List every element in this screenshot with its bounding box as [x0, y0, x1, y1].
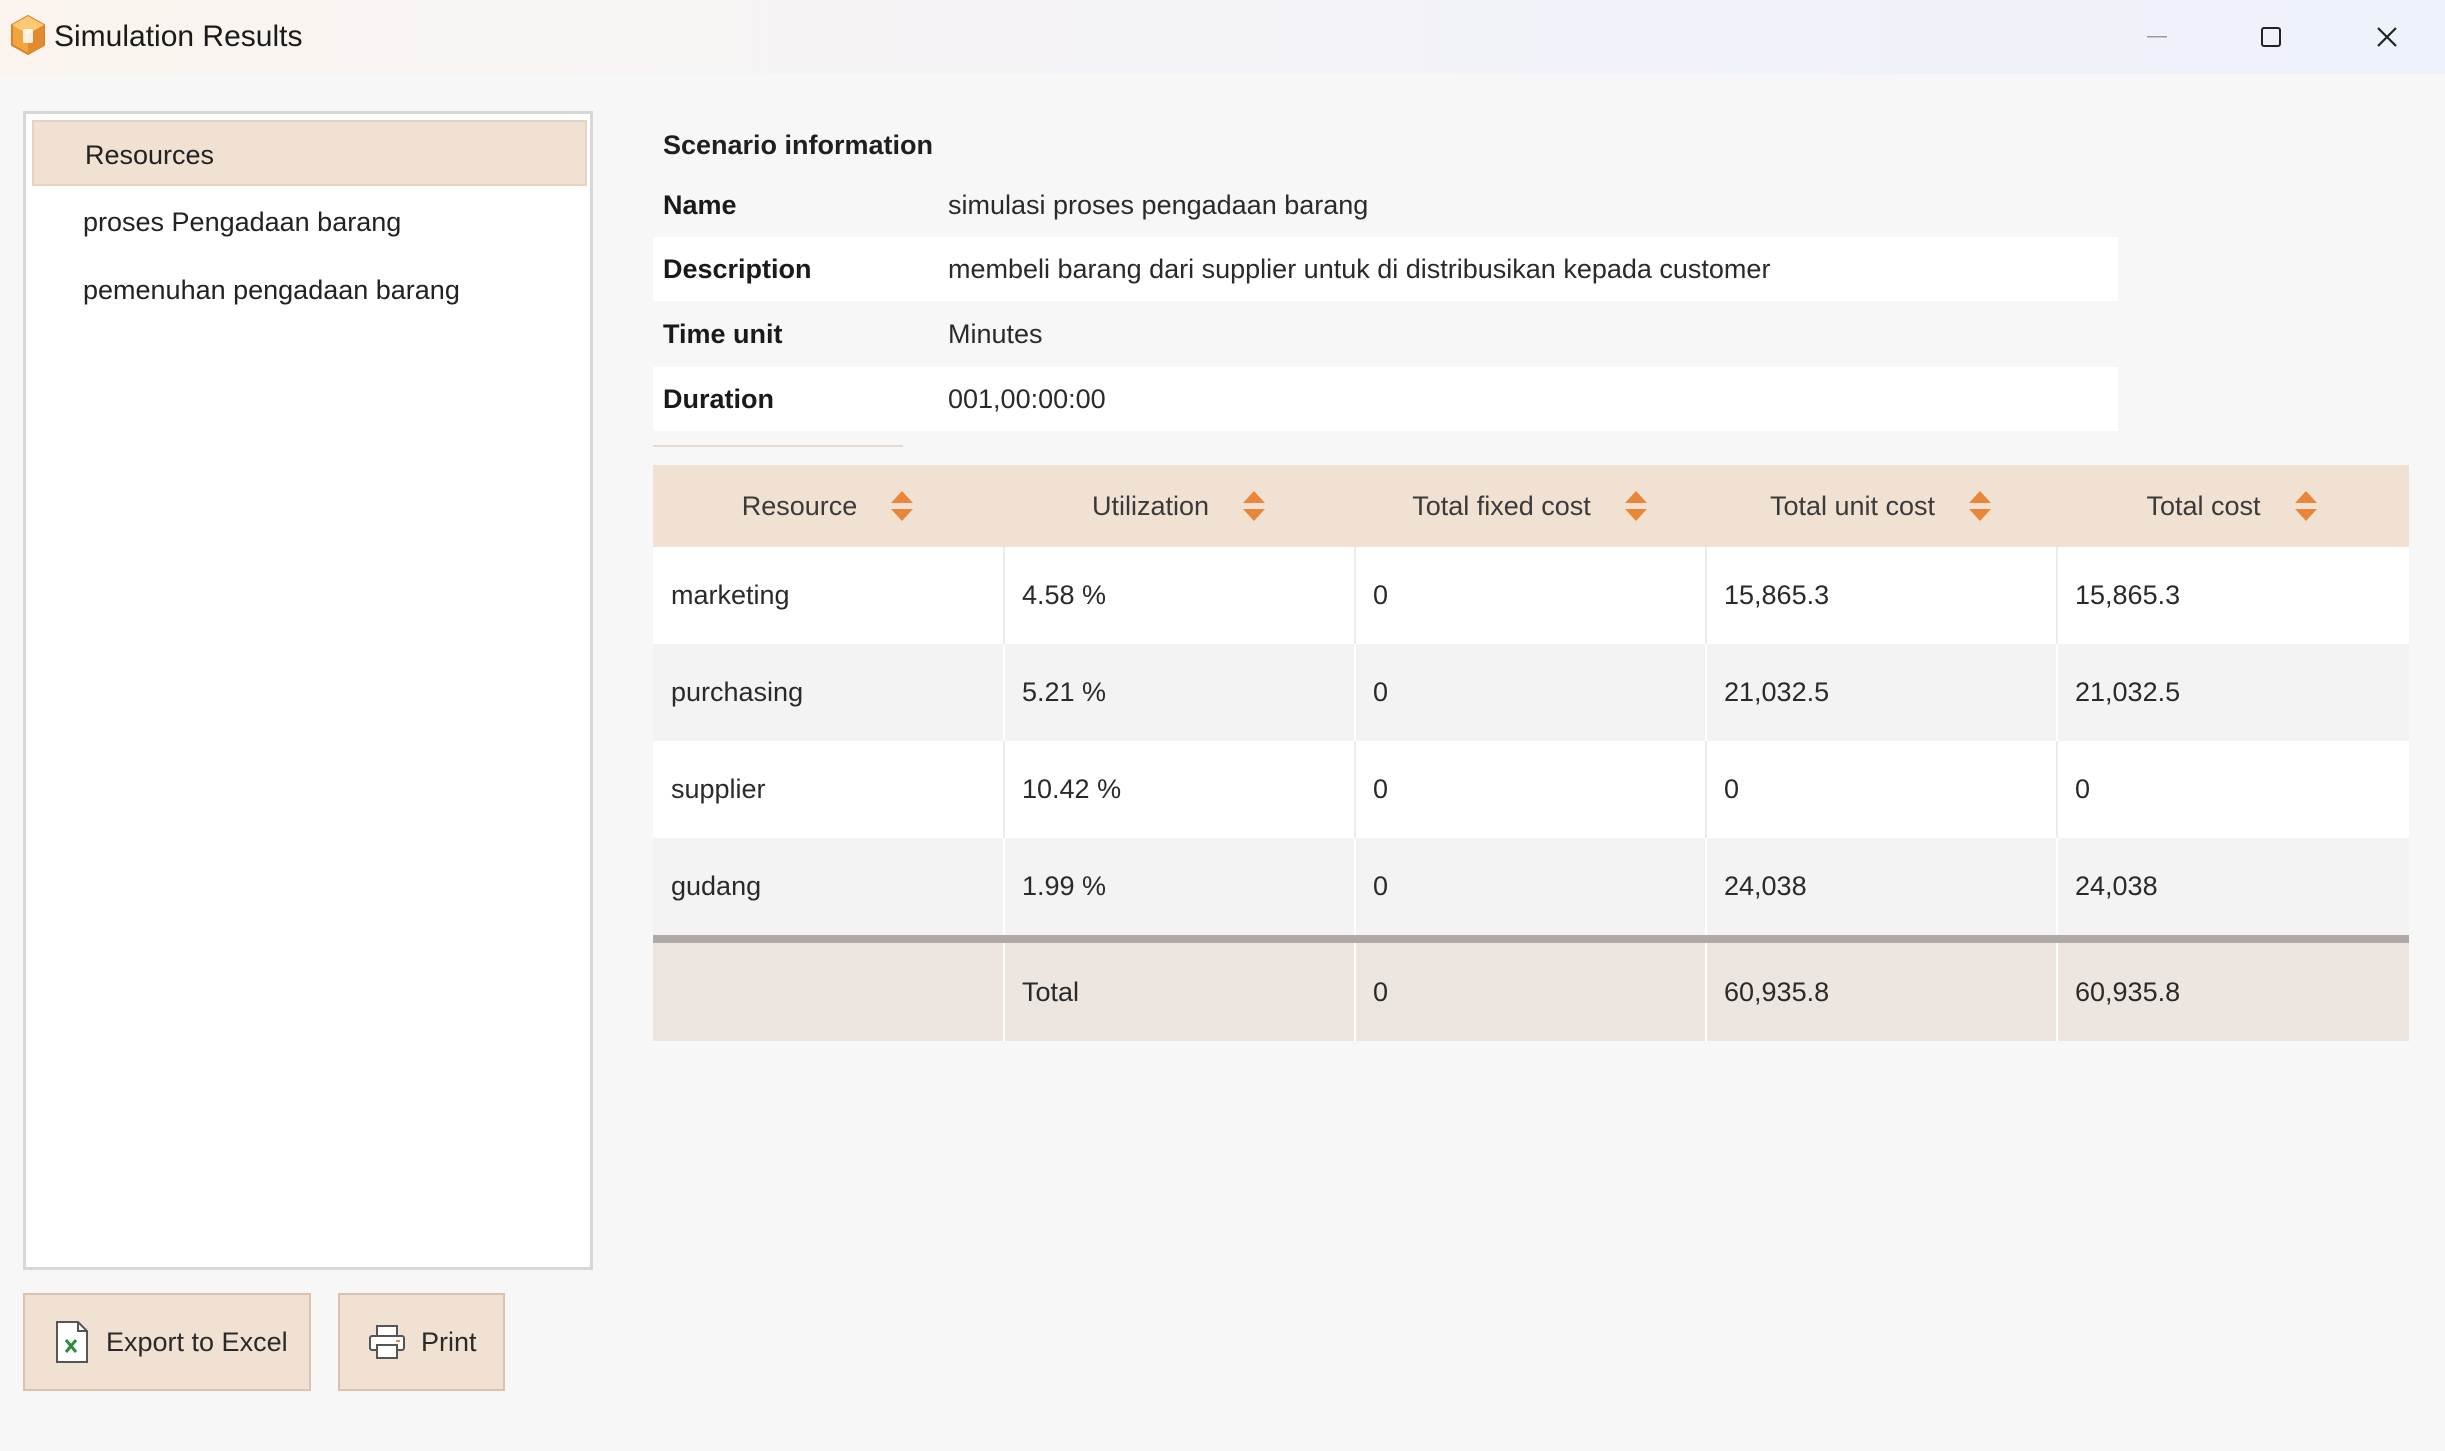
sort-icon[interactable] — [1967, 489, 1993, 523]
cell-total-cost: 24,038 — [2075, 871, 2158, 901]
table-row[interactable]: supplier 10.42 % 0 0 0 — [653, 741, 2409, 838]
cell-total-fixed-cost: 0 — [1373, 677, 1389, 707]
column-header-label: Resource — [741, 490, 858, 521]
cell-total-cost: 21,032.5 — [2075, 677, 2181, 707]
sidebar-item-label: Resources — [85, 140, 215, 170]
cell-total-fixed-cost: 0 — [1373, 774, 1389, 804]
scenario-key: Description — [663, 254, 812, 284]
total-cell-resource — [653, 943, 1004, 1041]
table-row[interactable]: purchasing 5.21 % 0 21,032.5 21,032.5 — [653, 644, 2409, 741]
column-header-label: Utilization — [1091, 490, 1210, 521]
print-button-label: Print — [421, 1326, 477, 1357]
table-row[interactable]: marketing 4.58 % 0 15,865.3 15,865.3 — [653, 547, 2409, 644]
minimize-button[interactable] — [2100, 0, 2214, 74]
column-header-total-cost[interactable]: Total cost — [2057, 465, 2408, 547]
scenario-value: 001,00:00:00 — [948, 384, 1106, 414]
window-title: Simulation Results — [54, 20, 303, 53]
total-label: Total — [1022, 977, 1080, 1007]
cell-resource: marketing — [671, 580, 790, 610]
sidebar-item-proses-pengadaan-barang[interactable]: proses Pengadaan barang — [32, 189, 587, 255]
sidebar-item-label: proses Pengadaan barang — [83, 207, 402, 237]
cell-utilization: 10.42 % — [1022, 774, 1122, 804]
close-icon — [2377, 27, 2397, 47]
cell-total-cost: 0 — [2075, 774, 2091, 804]
table-row[interactable]: gudang 1.99 % 0 24,038 24,038 — [653, 838, 2409, 935]
column-header-total-fixed-cost[interactable]: Total fixed cost — [1355, 465, 1706, 547]
cell-total-fixed-cost: 0 — [1373, 580, 1389, 610]
sidebar-item-resources[interactable]: Resources — [32, 120, 587, 186]
total-cost: 60,935.8 — [2075, 977, 2181, 1007]
cell-resource: gudang — [671, 871, 762, 901]
scenario-value: Minutes — [948, 319, 1043, 349]
sort-icon[interactable] — [889, 489, 915, 523]
column-header-utilization[interactable]: Utilization — [1004, 465, 1355, 547]
scenario-value: simulasi proses pengadaan barang — [948, 190, 1369, 220]
maximize-icon — [2261, 27, 2281, 47]
cell-total-fixed-cost: 0 — [1373, 871, 1389, 901]
scenario-row-description: Description membeli barang dari supplier… — [653, 237, 2118, 301]
sort-icon[interactable] — [2293, 489, 2319, 523]
printer-icon — [367, 1320, 407, 1364]
cell-total-unit-cost: 21,032.5 — [1724, 677, 1830, 707]
cell-total-unit-cost: 0 — [1724, 774, 1740, 804]
scenario-key: Name — [663, 190, 737, 220]
total-separator-bar — [653, 935, 2409, 943]
close-button[interactable] — [2330, 0, 2444, 74]
scenario-key: Time unit — [663, 319, 783, 349]
cell-resource: supplier — [671, 774, 766, 804]
cell-utilization: 1.99 % — [1022, 871, 1107, 901]
simulation-results-window: Simulation Results Resources proses Peng… — [0, 0, 2445, 1451]
cube-icon — [9, 14, 47, 56]
column-header-label: Total unit cost — [1769, 490, 1936, 521]
title-bar: Simulation Results — [0, 0, 2445, 74]
sidebar-item-label: pemenuhan pengadaan barang — [83, 275, 460, 305]
column-header-label: Total cost — [2146, 490, 2261, 521]
sidebar-nav: Resources proses Pengadaan barang pemenu… — [23, 111, 593, 1270]
scenario-heading: Scenario information — [663, 130, 934, 160]
scenario-key: Duration — [663, 384, 774, 414]
total-row: Total 0 60,935.8 60,935.8 — [653, 943, 2409, 1041]
export-button-label: Export to Excel — [106, 1326, 288, 1357]
cell-utilization: 5.21 % — [1022, 677, 1107, 707]
scenario-divider — [653, 445, 903, 447]
print-button[interactable]: Print — [338, 1293, 505, 1391]
scenario-row-name: Name simulasi proses pengadaan barang — [653, 173, 2118, 237]
column-header-label: Total fixed cost — [1412, 490, 1591, 521]
scenario-row-duration: Duration 001,00:00:00 — [653, 367, 2118, 431]
excel-file-icon — [52, 1320, 92, 1364]
minimize-icon — [2147, 36, 2167, 38]
cell-total-unit-cost: 15,865.3 — [1724, 580, 1830, 610]
cell-total-unit-cost: 24,038 — [1724, 871, 1807, 901]
sort-icon[interactable] — [1241, 489, 1267, 523]
column-header-resource[interactable]: Resource — [653, 465, 1004, 547]
sidebar-item-pemenuhan-pengadaan-barang[interactable]: pemenuhan pengadaan barang — [32, 257, 587, 323]
cell-resource: purchasing — [671, 677, 804, 707]
scenario-row-time-unit: Time unit Minutes — [653, 302, 2118, 366]
table-header: Resource Utilization Total fixed cost To… — [653, 465, 2409, 547]
total-fixed-cost: 0 — [1373, 977, 1389, 1007]
total-unit-cost: 60,935.8 — [1724, 977, 1830, 1007]
cell-utilization: 4.58 % — [1022, 580, 1107, 610]
scenario-value: membeli barang dari supplier untuk di di… — [948, 254, 1771, 284]
cell-total-cost: 15,865.3 — [2075, 580, 2181, 610]
maximize-button[interactable] — [2214, 0, 2328, 74]
sort-icon[interactable] — [1623, 489, 1649, 523]
column-header-total-unit-cost[interactable]: Total unit cost — [1706, 465, 2057, 547]
export-to-excel-button[interactable]: Export to Excel — [23, 1293, 311, 1391]
